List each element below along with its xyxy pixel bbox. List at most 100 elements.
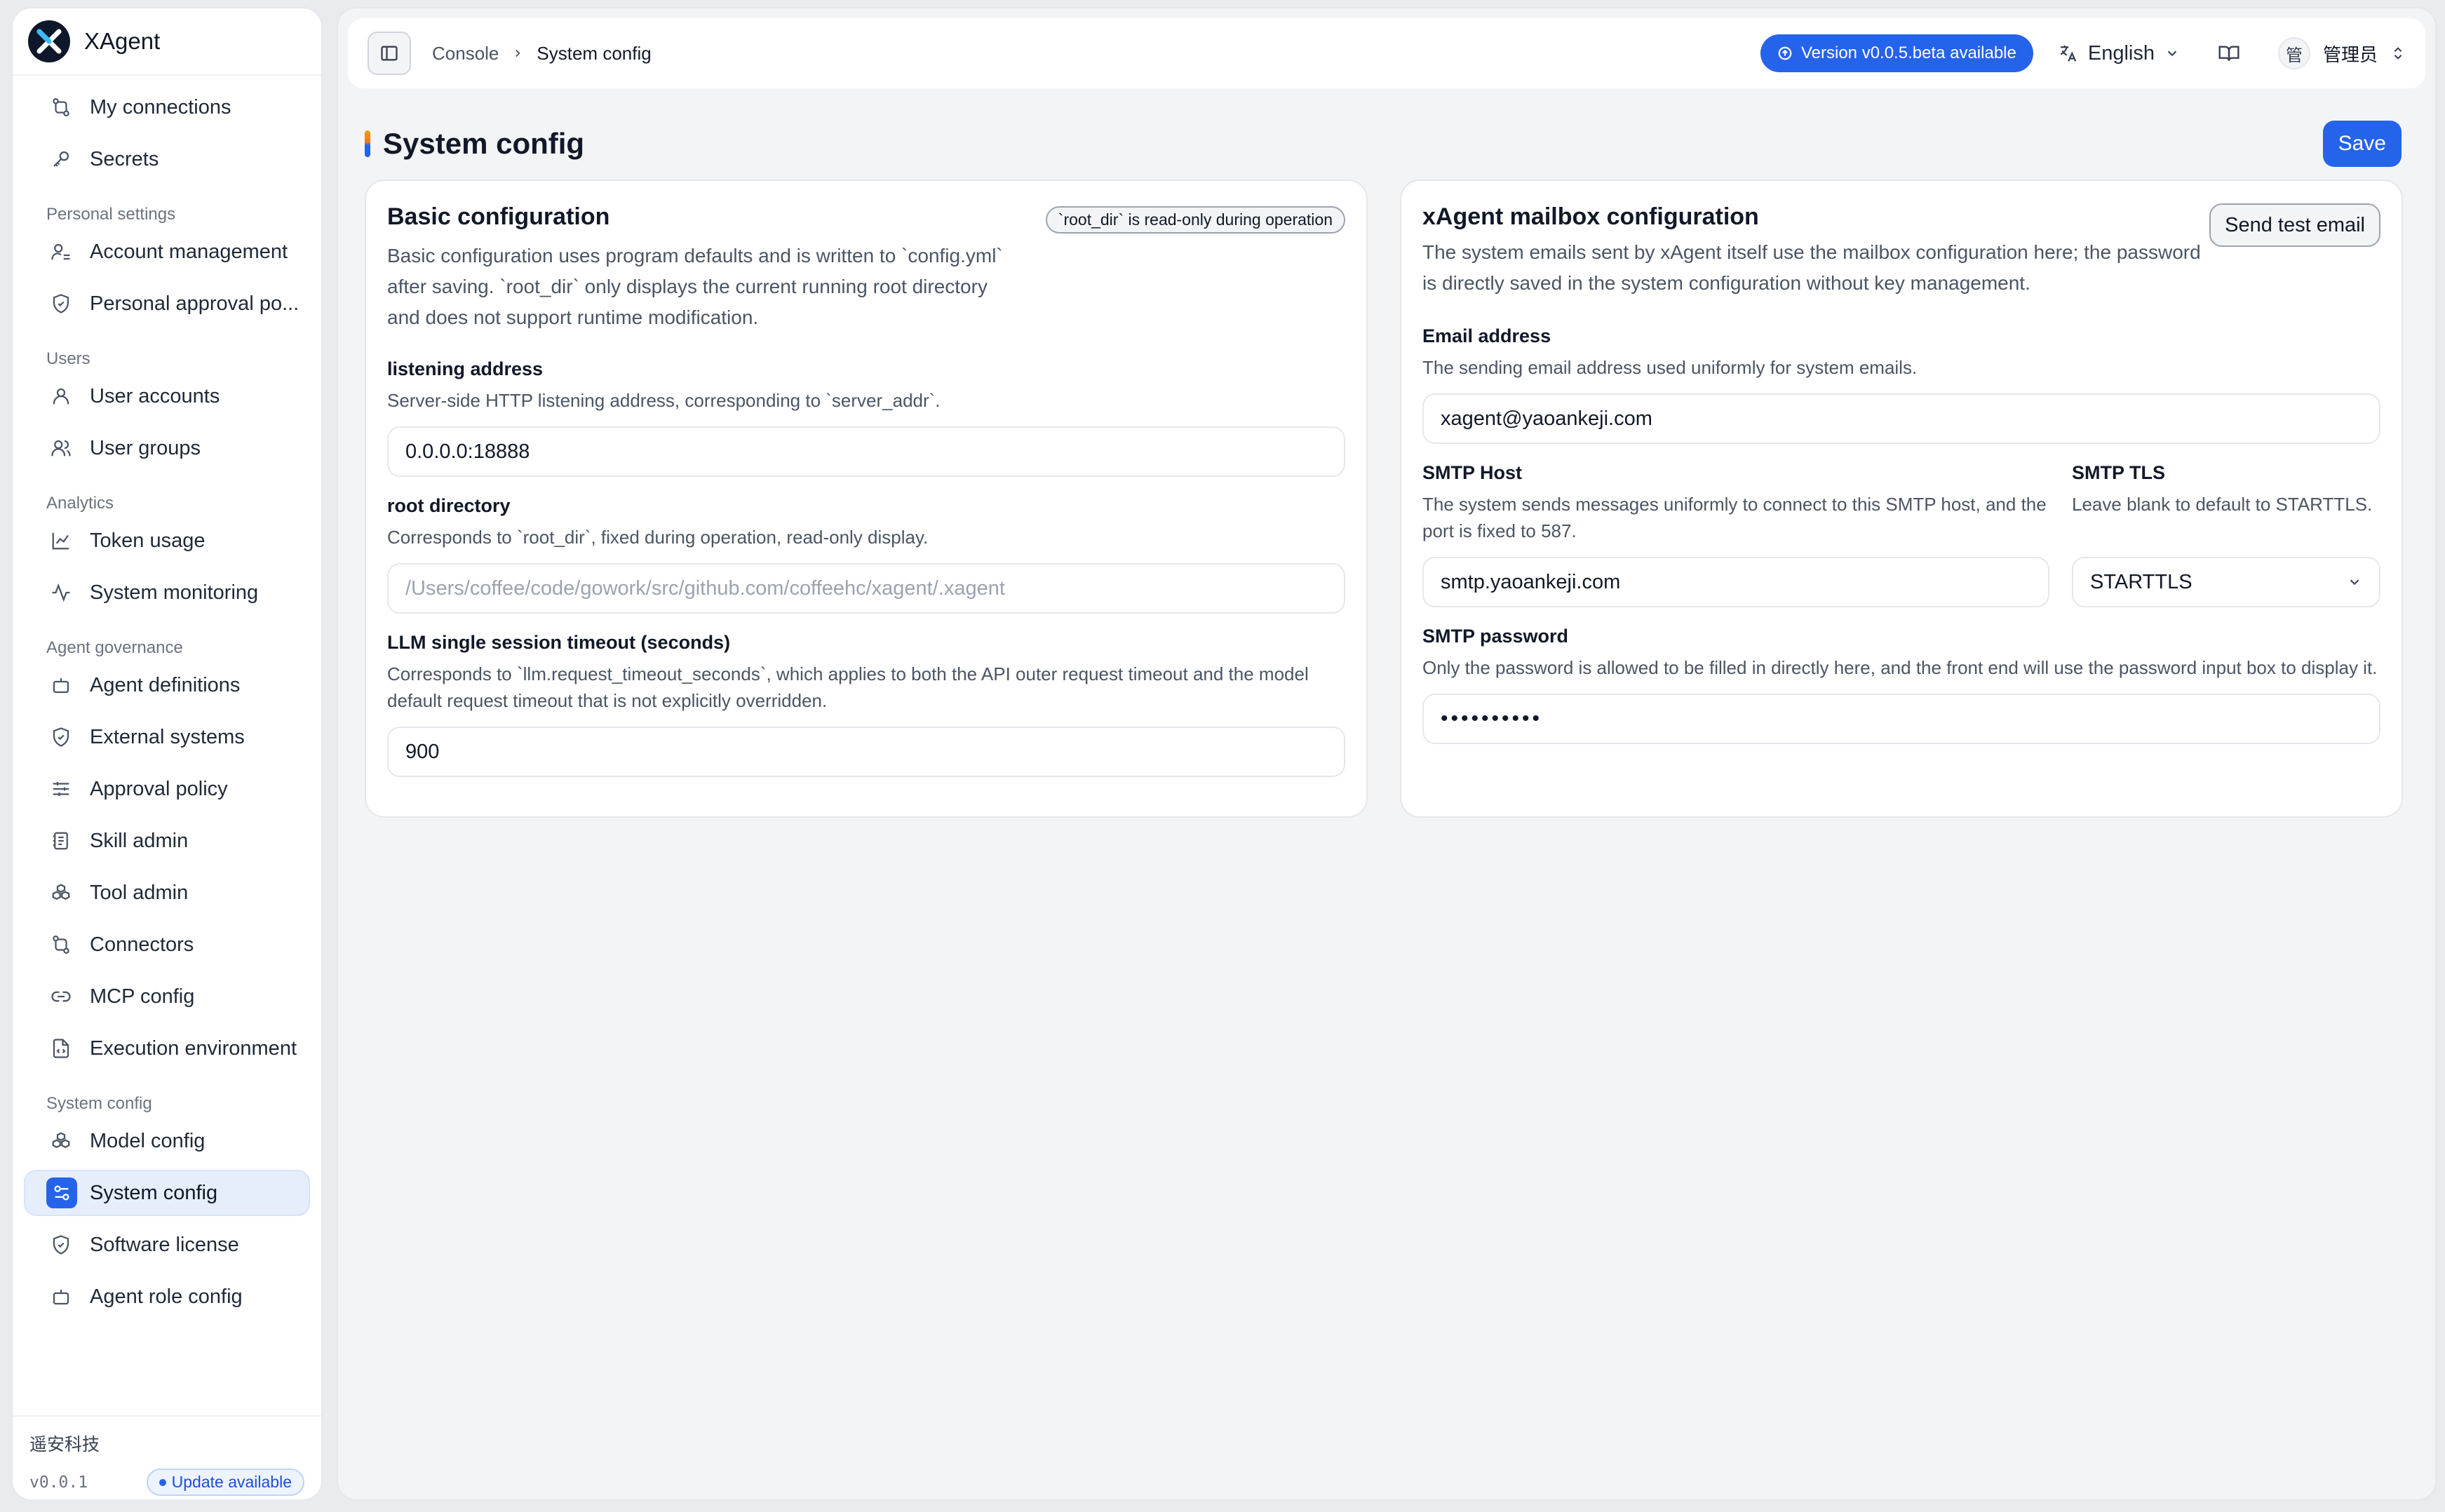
smtp-password-input[interactable]	[1422, 694, 2380, 744]
smtp-tls-select[interactable]: STARTTLS	[2072, 557, 2380, 607]
sidebar-item-connectors[interactable]: Connectors	[24, 922, 310, 968]
sidebar-item-label: Approval policy	[90, 777, 228, 800]
email-address-help: The sending email address used uniformly…	[1422, 357, 1918, 378]
sidebar-item-label: User groups	[90, 436, 201, 459]
sidebar-item-personal-approval[interactable]: Personal approval po...	[24, 281, 310, 327]
smtp-host-help: The system sends messages uniformly to c…	[1422, 494, 2047, 541]
app-version: v0.0.1	[29, 1473, 88, 1492]
app-name: XAgent	[84, 28, 161, 54]
boxes-icon	[49, 881, 73, 905]
email-address-input[interactable]	[1422, 393, 2380, 444]
bot-icon	[49, 673, 73, 697]
panel-left-icon	[381, 46, 398, 61]
sidebar-item-secrets[interactable]: Secrets	[24, 136, 310, 182]
main-content: Console System config Version v0.0.5.bet…	[337, 7, 2437, 1501]
sidebar-item-token-usage[interactable]: Token usage	[24, 518, 310, 564]
timeout-label: LLM single session timeout (seconds)	[387, 632, 731, 653]
user-icon	[49, 384, 73, 408]
section-analytics: Analytics	[46, 494, 114, 513]
sidebar-item-user-groups[interactable]: User groups	[24, 425, 310, 471]
breadcrumb: Console System config	[432, 43, 652, 65]
listen-address-label: listening address	[387, 358, 544, 379]
chevron-right-icon	[511, 47, 524, 60]
sidebar-item-agent-role-config[interactable]: Agent role config	[24, 1274, 310, 1320]
sidebar-item-label: Agent role config	[90, 1285, 243, 1308]
sidebar-item-external-systems[interactable]: External systems	[24, 714, 310, 760]
sidebar-item-system-monitoring[interactable]: System monitoring	[24, 569, 310, 616]
timeout-help: Corresponds to `llm.request_timeout_seco…	[387, 663, 1309, 711]
key-icon	[49, 147, 73, 171]
sidebar-item-approval-policy[interactable]: Approval policy	[24, 766, 310, 812]
sidebar-item-model-config[interactable]: Model config	[24, 1118, 310, 1164]
root-directory-label: root directory	[387, 495, 511, 516]
connections-icon	[49, 933, 73, 957]
title-accent-icon	[365, 130, 370, 157]
sidebar-item-execution-environment[interactable]: Execution environment	[24, 1025, 310, 1072]
company-name: 遥安科技	[29, 1435, 100, 1454]
smtp-host-input[interactable]	[1422, 557, 2049, 607]
root-directory-help: Corresponds to `root_dir`, fixed during …	[387, 527, 929, 548]
send-test-email-button[interactable]: Send test email	[2209, 203, 2380, 247]
mailbox-config-title: xAgent mailbox configuration	[1422, 203, 1759, 230]
sidebar-item-tool-admin[interactable]: Tool admin	[24, 870, 310, 916]
line-chart-icon	[49, 529, 73, 553]
update-available-badge[interactable]: Update available	[146, 1469, 304, 1496]
timeout-input[interactable]	[387, 727, 1345, 777]
bot-icon	[49, 1285, 73, 1309]
sidebar-item-label: Account management	[90, 240, 288, 263]
sidebar-item-label: System config	[90, 1181, 218, 1204]
sidebar-item-label: External systems	[90, 725, 245, 748]
sidebar-item-skill-admin[interactable]: Skill admin	[24, 818, 310, 864]
chevron-down-icon	[2167, 50, 2177, 57]
brand[interactable]: XAgent	[13, 8, 321, 76]
smtp-password-help: Only the password is allowed to be fille…	[1422, 657, 2378, 678]
sidebar-item-label: Secrets	[90, 147, 159, 170]
sidebar-item-mcp-config[interactable]: MCP config	[24, 973, 310, 1020]
language-selector[interactable]: English	[2057, 42, 2180, 65]
smtp-tls-help: Leave blank to default to STARTTLS.	[2072, 494, 2373, 515]
basic-config-description: Basic configuration uses program default…	[387, 245, 1003, 328]
sidebar-item-label: Personal approval po...	[90, 292, 299, 315]
docs-button[interactable]	[2218, 42, 2240, 65]
activity-icon	[49, 581, 73, 605]
smtp-password-label: SMTP password	[1422, 626, 1569, 647]
basic-config-card: Basic configuration `root_dir` is read-o…	[365, 180, 1368, 818]
save-button[interactable]: Save	[2322, 121, 2402, 167]
listen-address-input[interactable]	[387, 426, 1345, 477]
link-icon	[49, 985, 73, 1008]
users-icon	[49, 436, 73, 460]
sliders-icon	[49, 777, 73, 801]
sidebar-item-agent-definitions[interactable]: Agent definitions	[24, 662, 310, 708]
page-title: System config	[383, 127, 585, 160]
readonly-badge: `root_dir` is read-only during operation	[1045, 206, 1345, 234]
sidebar-item-account-management[interactable]: Account management	[24, 229, 310, 275]
breadcrumb-console[interactable]: Console	[432, 43, 499, 65]
sidebar-item-system-config[interactable]: System config	[24, 1170, 310, 1216]
book-open-icon	[2218, 46, 2239, 61]
language-label: English	[2087, 41, 2155, 65]
notebook-icon	[49, 829, 73, 853]
user-name: 管理员	[2322, 43, 2378, 65]
sidebar-item-label: Tool admin	[90, 881, 189, 904]
shield-icon	[49, 1233, 73, 1257]
user-settings-icon	[49, 240, 73, 264]
sidebar-item-my-connections[interactable]: My connections	[24, 84, 310, 130]
topbar: Console System config Version v0.0.5.bet…	[348, 18, 2425, 88]
sidebar-item-label: Execution environment	[90, 1037, 297, 1060]
sidebar-item-user-accounts[interactable]: User accounts	[24, 373, 310, 419]
sidebar-footer: 遥安科技 v0.0.1 Update available	[13, 1415, 321, 1499]
arrow-up-circle-icon	[1778, 46, 1792, 60]
mailbox-config-description: The system emails sent by xAgent itself …	[1422, 241, 2201, 294]
section-personal-settings: Personal settings	[46, 205, 176, 224]
sidebar-nav: My connections Secrets Personal settings…	[13, 76, 321, 1320]
sidebar-item-software-license[interactable]: Software license	[24, 1222, 310, 1268]
version-pill-label: Version v0.0.5.beta available	[1800, 43, 2016, 62]
sidebar-item-label: Software license	[90, 1233, 239, 1256]
sidebar-toggle-button[interactable]	[368, 32, 411, 75]
shield-icon	[49, 725, 73, 749]
root-directory-input	[387, 563, 1345, 614]
sidebar: XAgent My connections Secrets Personal s…	[11, 7, 323, 1501]
version-available-button[interactable]: Version v0.0.5.beta available	[1760, 34, 2033, 72]
sidebar-item-label: User accounts	[90, 384, 220, 407]
user-menu[interactable]: 管 管理员	[2277, 37, 2406, 69]
